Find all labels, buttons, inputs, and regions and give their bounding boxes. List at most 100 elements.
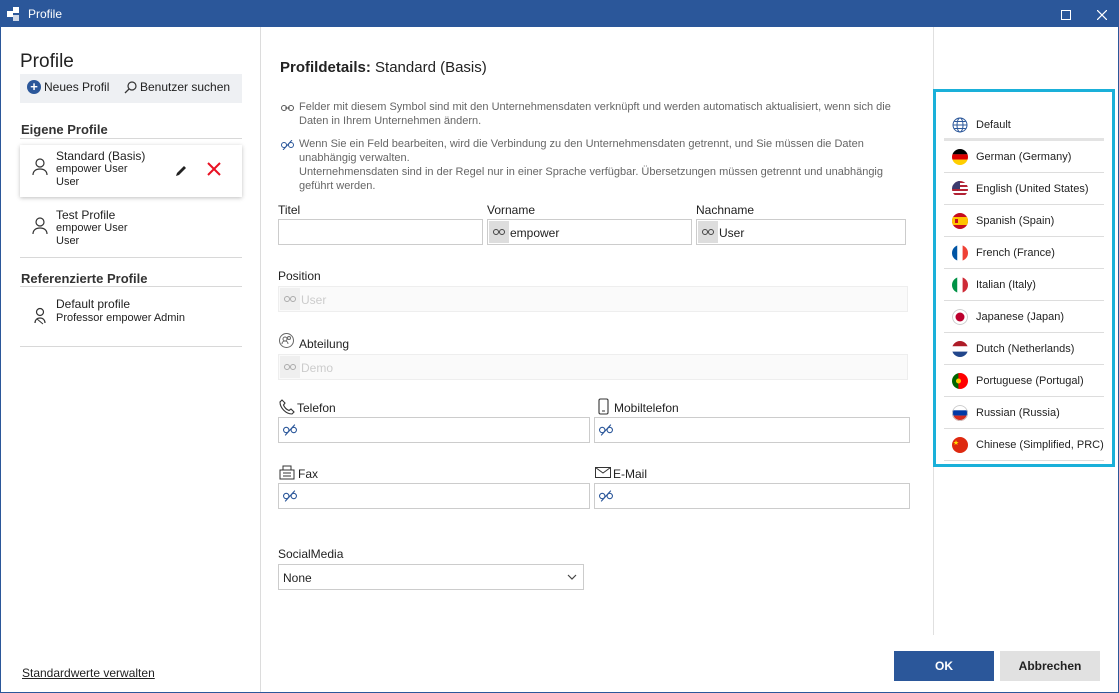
language-label: Spanish (Spain) [976, 215, 1055, 227]
language-item-de[interactable]: German (Germany) [944, 141, 1104, 173]
manage-defaults-link[interactable]: Standardwerte verwalten [22, 666, 155, 680]
fax-icon [279, 465, 295, 480]
firstname-label: Vorname [487, 203, 536, 217]
lastname-value: User [719, 226, 745, 240]
window-title: Profile [28, 7, 63, 21]
language-label: Dutch (Netherlands) [976, 343, 1075, 355]
position-label: Position [278, 269, 321, 283]
language-item-it[interactable]: Italian (Italy) [944, 269, 1104, 301]
profile-item-default[interactable]: Default profile Professor empower Admin [20, 293, 242, 341]
new-profile-button[interactable]: + Neues Profil [27, 80, 109, 94]
broken-link-icon [599, 424, 613, 436]
language-item-default[interactable]: Default [944, 109, 1104, 141]
maximize-button[interactable] [1046, 1, 1086, 27]
mobile-field[interactable] [594, 417, 910, 443]
info-translations: Unternehmensdaten sind in der Regel nur … [299, 166, 883, 192]
link-icon [489, 221, 509, 243]
divider [20, 138, 242, 139]
department-field: Demo [278, 354, 908, 380]
email-field[interactable] [594, 483, 910, 509]
link-icon [281, 105, 294, 111]
plus-icon: + [27, 80, 41, 94]
profile-name: Default profile [56, 297, 131, 311]
language-item-pt[interactable]: Portuguese (Portugal) [944, 365, 1104, 397]
globe-icon [952, 117, 968, 133]
title-label: Titel [278, 203, 301, 217]
language-item-fr[interactable]: French (France) [944, 237, 1104, 269]
page-title: Profildetails: Standard (Basis) [280, 59, 487, 76]
edit-icon[interactable] [174, 164, 188, 178]
mobile-label: Mobiltelefon [614, 401, 679, 415]
profile-item-standard[interactable]: Standard (Basis) empower User User [20, 145, 242, 197]
flag-jp-icon [952, 309, 968, 325]
department-value: Demo [301, 361, 334, 375]
chevron-down-icon [567, 574, 577, 580]
sidebar-title: Profile [20, 51, 74, 72]
title-field[interactable] [278, 219, 483, 245]
info-edit-unlinks: Wenn Sie ein Feld bearbeiten, wird die V… [299, 138, 864, 164]
language-item-nl[interactable]: Dutch (Netherlands) [944, 333, 1104, 365]
new-profile-label: Neues Profil [44, 80, 110, 94]
phone-field[interactable] [278, 417, 590, 443]
fax-field[interactable] [278, 483, 590, 509]
page-title-label: Profildetails: [280, 59, 371, 76]
profile-name: Test Profile [56, 208, 116, 222]
language-item-ru[interactable]: Russian (Russia) [944, 397, 1104, 429]
cancel-button[interactable]: Abbrechen [1000, 651, 1100, 681]
department-icon [279, 333, 294, 348]
ok-button[interactable]: OK [894, 651, 994, 681]
language-label: Japanese (Japan) [976, 311, 1065, 323]
language-label: Chinese (Simplified, PRC) [976, 439, 1104, 451]
profile-item-test[interactable]: Test Profile empower User User [20, 204, 242, 256]
broken-link-icon [281, 140, 294, 150]
link-icon [698, 221, 718, 243]
lastname-field[interactable]: User [696, 219, 906, 245]
referenced-profiles-heading: Referenzierte Profile [21, 271, 148, 286]
sidebar-toolbar: + Neues Profil Benutzer suchen [20, 74, 242, 103]
sidebar: Profile + Neues Profil Benutzer suchen E… [1, 27, 261, 692]
close-icon [1096, 9, 1108, 21]
info-linked-fields: Felder mit diesem Symbol sind mit den Un… [299, 101, 891, 127]
user-icon [32, 217, 48, 235]
language-item-en-us[interactable]: English (United States) [944, 173, 1104, 205]
delete-icon[interactable] [206, 161, 222, 177]
language-label: Italian (Italy) [976, 279, 1036, 291]
position-value: User [301, 293, 327, 307]
language-list: Default German (Germany) English (United… [933, 89, 1115, 467]
flag-it-icon [952, 277, 968, 293]
search-users-label: Benutzer suchen [140, 80, 231, 94]
broken-link-icon [599, 490, 613, 502]
firstname-value: empower [510, 226, 560, 240]
socialmedia-value: None [283, 571, 312, 585]
language-label: Russian (Russia) [976, 407, 1060, 419]
email-label: E-Mail [613, 467, 648, 481]
language-item-es[interactable]: Spanish (Spain) [944, 205, 1104, 237]
profile-user: empower User [56, 222, 128, 234]
search-users-button[interactable]: Benutzer suchen [124, 80, 230, 94]
flag-us-icon [952, 181, 968, 197]
firstname-field[interactable]: empower [487, 219, 692, 245]
profile-owner: Professor empower Admin [56, 312, 185, 324]
flag-ru-icon [952, 405, 968, 421]
profile-role: User [56, 176, 80, 188]
link-icon [280, 288, 300, 310]
language-label: Portuguese (Portugal) [976, 375, 1084, 387]
language-item-zh[interactable]: Chinese (Simplified, PRC) [944, 429, 1104, 461]
flag-fr-icon [952, 245, 968, 261]
phone-label: Telefon [297, 401, 336, 415]
flag-de-icon [952, 149, 968, 165]
language-label: German (Germany) [976, 151, 1072, 163]
position-field: User [278, 286, 908, 312]
broken-link-icon [283, 424, 297, 436]
user-icon [32, 158, 48, 176]
language-item-ja[interactable]: Japanese (Japan) [944, 301, 1104, 333]
link-icon [280, 356, 300, 378]
phone-icon [279, 399, 295, 415]
title-bar: Profile [1, 1, 1118, 27]
divider [20, 286, 242, 287]
profile-name: Standard (Basis) [56, 149, 146, 163]
close-button[interactable] [1086, 1, 1118, 27]
socialmedia-select[interactable]: None [278, 564, 584, 590]
broken-link-icon [283, 490, 297, 502]
flag-es-icon [952, 213, 968, 229]
